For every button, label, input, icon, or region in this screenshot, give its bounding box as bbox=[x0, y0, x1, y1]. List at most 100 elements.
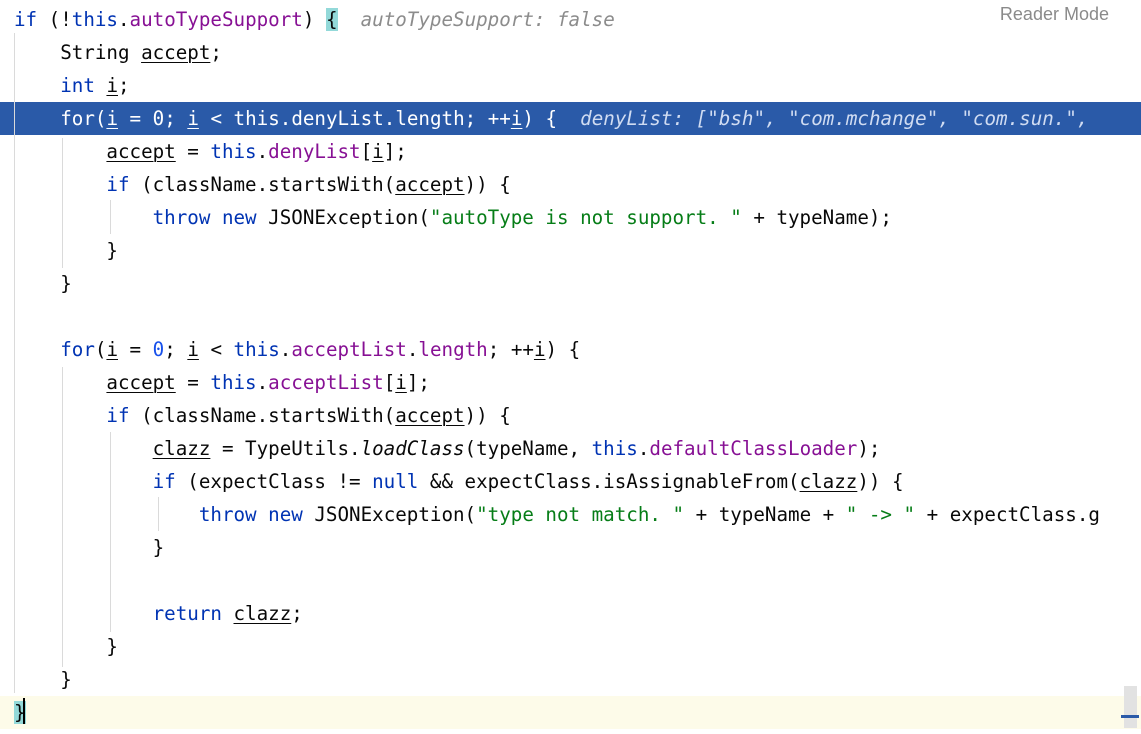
code-line[interactable] bbox=[0, 300, 1141, 333]
code-line[interactable]: return clazz; bbox=[0, 597, 1141, 630]
code-text: } bbox=[14, 531, 165, 564]
reader-mode-button[interactable]: Reader Mode bbox=[1000, 4, 1109, 25]
code-text: } bbox=[14, 234, 118, 267]
code-token: = bbox=[118, 338, 153, 361]
code-text: int i; bbox=[14, 69, 129, 102]
code-text: throw new JSONException("type not match.… bbox=[14, 498, 1100, 531]
code-token: )) { bbox=[464, 404, 511, 427]
code-token: ; bbox=[291, 602, 303, 625]
code-token: defaultClassLoader bbox=[649, 437, 858, 460]
code-token: denyList bbox=[291, 107, 384, 130]
code-line[interactable]: } bbox=[0, 267, 1141, 300]
code-line[interactable]: clazz = TypeUtils.loadClass(typeName, th… bbox=[0, 432, 1141, 465]
code-line[interactable]: int i; bbox=[0, 69, 1141, 102]
code-token: this bbox=[71, 8, 118, 31]
code-token: acceptList bbox=[268, 371, 384, 394]
indent-guide bbox=[158, 497, 159, 531]
code-token: if bbox=[106, 173, 130, 196]
code-token: i bbox=[106, 74, 118, 97]
code-token: + typeName); bbox=[741, 206, 892, 229]
code-token: ; ++ bbox=[464, 107, 511, 130]
code-line[interactable]: } bbox=[0, 234, 1141, 267]
code-token: accept bbox=[106, 140, 176, 163]
code-line[interactable]: accept = this.acceptList[i]; bbox=[0, 366, 1141, 399]
code-token: } bbox=[14, 635, 118, 658]
code-token: (! bbox=[37, 8, 72, 31]
code-token: 0 bbox=[152, 107, 165, 130]
code-token: . bbox=[383, 107, 396, 130]
code-token: return bbox=[152, 602, 222, 625]
code-token: { bbox=[325, 8, 338, 31]
code-line[interactable]: if (className.startsWith(accept)) { bbox=[0, 168, 1141, 201]
code-line[interactable]: for(i = 0; i < this.acceptList.length; +… bbox=[0, 333, 1141, 366]
text-caret bbox=[23, 698, 25, 724]
code-token: )) { bbox=[857, 470, 904, 493]
scrollbar-position-marker bbox=[1121, 715, 1139, 718]
code-token: clazz bbox=[233, 602, 292, 625]
code-token: String bbox=[14, 41, 142, 64]
code-editor[interactable]: if (!this.autoTypeSupport) { autoTypeSup… bbox=[0, 0, 1141, 734]
code-token: + typeName + bbox=[684, 503, 846, 526]
scrollbar-thumb[interactable] bbox=[1124, 686, 1137, 728]
code-token: ) { bbox=[545, 338, 581, 361]
code-token: = bbox=[118, 107, 153, 130]
code-token: (typeName, bbox=[464, 437, 592, 460]
code-line[interactable]: for(i = 0; i < this.denyList.length; ++i… bbox=[0, 102, 1141, 135]
code-token: ( bbox=[94, 338, 107, 361]
code-token: [ bbox=[383, 371, 396, 394]
code-line[interactable]: if (expectClass != null && expectClass.i… bbox=[0, 465, 1141, 498]
code-line[interactable]: } bbox=[0, 630, 1141, 663]
code-token: accept bbox=[106, 371, 176, 394]
code-line[interactable]: throw new JSONException("autoType is not… bbox=[0, 201, 1141, 234]
code-token: )) { bbox=[464, 173, 511, 196]
code-line[interactable]: } bbox=[0, 663, 1141, 696]
code-token: . bbox=[256, 140, 269, 163]
code-token: ; bbox=[164, 107, 188, 130]
code-token: length bbox=[395, 107, 465, 130]
code-token: i bbox=[106, 107, 118, 130]
code-line[interactable]: if (!this.autoTypeSupport) { autoTypeSup… bbox=[0, 3, 1141, 36]
code-token: ) { bbox=[522, 107, 581, 130]
code-text: clazz = TypeUtils.loadClass(typeName, th… bbox=[14, 432, 881, 465]
indent-guide bbox=[14, 33, 15, 693]
code-token: length bbox=[418, 338, 488, 361]
code-token: (expectClass != bbox=[175, 470, 373, 493]
code-token: clazz bbox=[152, 437, 211, 460]
code-line[interactable]: String accept; bbox=[0, 36, 1141, 69]
code-token: < bbox=[198, 338, 234, 361]
code-line[interactable]: throw new JSONException("type not match.… bbox=[0, 498, 1141, 531]
code-line[interactable]: } bbox=[0, 531, 1141, 564]
code-token: (className.startsWith( bbox=[129, 404, 396, 427]
code-line[interactable]: accept = this.denyList[i]; bbox=[0, 135, 1141, 168]
code-token: ; ++ bbox=[487, 338, 534, 361]
code-line[interactable] bbox=[0, 564, 1141, 597]
code-token: if bbox=[106, 404, 130, 427]
code-line[interactable]: } bbox=[0, 696, 1141, 729]
code-token: [ bbox=[360, 140, 373, 163]
code-token: = bbox=[175, 140, 211, 163]
code-line[interactable]: if (className.startsWith(accept)) { bbox=[0, 399, 1141, 432]
code-token: . bbox=[279, 338, 292, 361]
code-token: accept bbox=[395, 404, 465, 427]
indent-guide bbox=[110, 200, 111, 234]
code-token: if bbox=[14, 8, 38, 31]
code-token: this bbox=[233, 338, 280, 361]
code-token: . bbox=[256, 371, 269, 394]
code-token: (className.startsWith( bbox=[129, 173, 396, 196]
code-token: ]; bbox=[406, 371, 430, 394]
code-text: if (!this.autoTypeSupport) { autoTypeSup… bbox=[14, 3, 615, 36]
code-token: i bbox=[106, 338, 118, 361]
code-token: i bbox=[533, 338, 546, 361]
code-token: null bbox=[372, 470, 419, 493]
